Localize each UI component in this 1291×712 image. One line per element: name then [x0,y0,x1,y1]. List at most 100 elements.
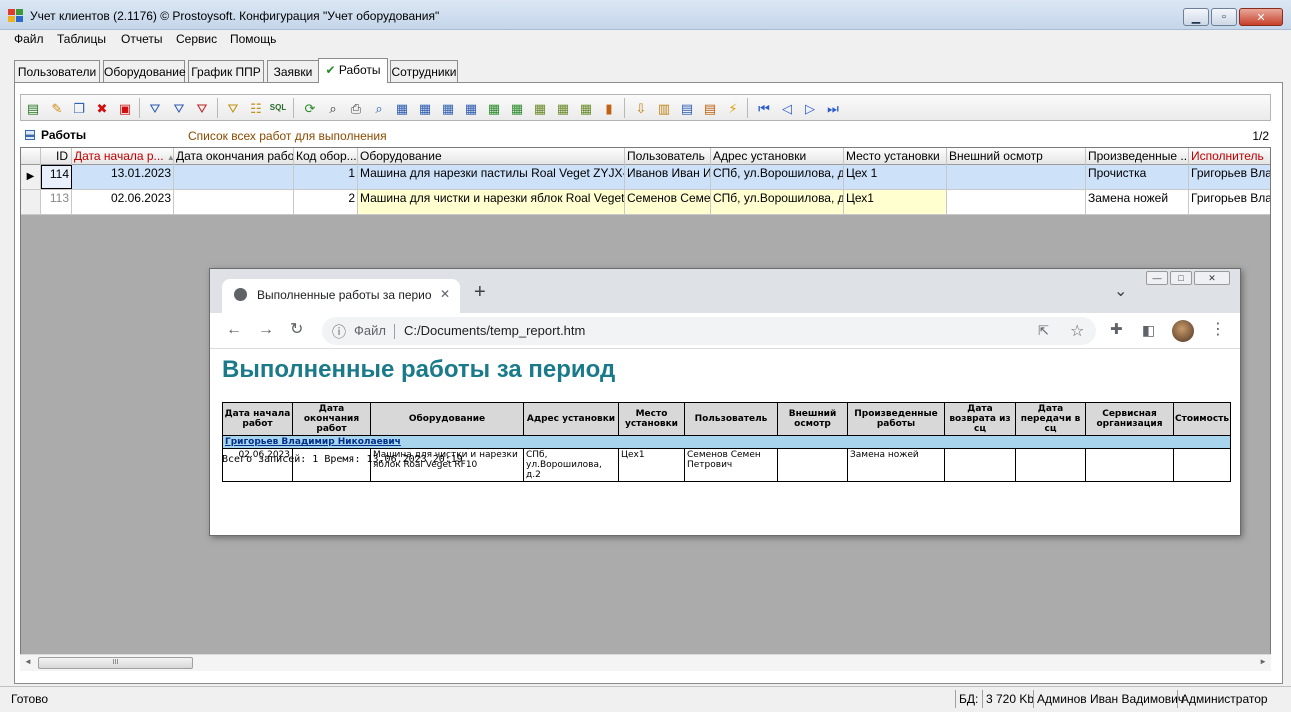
extensions-icon[interactable]: ✚ [1110,321,1123,339]
info-icon[interactable]: ⓘ [332,322,346,342]
browser-tab[interactable]: Выполненные работы за перио ✕ [222,279,460,313]
menu-help[interactable]: Помощь [230,32,276,46]
side-panel-icon[interactable]: ◧ [1142,321,1155,339]
find-icon[interactable]: ⌕ [324,99,342,117]
tab-works[interactable]: ✔ Работы [318,58,388,83]
group-icon[interactable]: ☷ [247,99,265,117]
reload-icon[interactable]: ↻ [290,321,303,339]
delete-all-icon[interactable]: ▣ [116,99,134,117]
cell-place[interactable]: Цех1 [844,190,947,214]
col-id[interactable]: ID [41,148,72,165]
col-works-done[interactable]: Произведенные ... [1086,148,1189,165]
scroll-thumb[interactable]: III [38,657,193,669]
export-excel-icon[interactable]: ▦ [485,99,503,117]
browser-close-button[interactable]: ✕ [1194,271,1230,285]
col-user[interactable]: Пользователь [625,148,711,165]
menu-tables[interactable]: Таблицы [57,32,106,46]
refresh-icon[interactable]: ⟳ [301,99,319,117]
cell-works-done[interactable]: Замена ножей [1086,190,1189,214]
cell-user[interactable]: Иванов Иван Ив [625,165,711,189]
filter-icon[interactable]: ⛛ [146,99,164,117]
col-equipment[interactable]: Оборудование [358,148,625,165]
menu-service[interactable]: Сервис [176,32,217,46]
new-tab-button[interactable]: + [474,282,486,302]
chart-icon[interactable]: ▮ [600,99,618,117]
filter-clear-icon[interactable]: ⛛ [170,99,188,117]
copy-icon[interactable]: ❐ [70,99,88,117]
bookmark-star-icon[interactable]: ☆ [1070,321,1084,341]
cell-inspection[interactable] [947,165,1086,189]
address-bar[interactable]: ⓘ Файл C:/Documents/temp_report.htm ⇱ ☆ [322,317,1096,345]
menu-reports[interactable]: Отчеты [121,32,162,46]
export-csv-icon[interactable]: ▦ [531,99,549,117]
export-xml-icon[interactable]: ▦ [577,99,595,117]
export-word2-icon[interactable]: ▦ [416,99,434,117]
cell-id[interactable]: 113 [41,190,72,214]
col-equipment-code[interactable]: Код обор... [294,148,358,165]
export-word-icon[interactable]: ▦ [393,99,411,117]
report-icon[interactable]: ▤ [701,99,719,117]
import-icon[interactable]: ⇩ [632,99,650,117]
tab-equipment[interactable]: Оборудование [103,60,186,82]
sql-icon[interactable]: SQL [269,99,287,117]
next-record-icon[interactable]: ▷ [801,99,819,117]
cell-end-date[interactable] [174,190,294,214]
col-place[interactable]: Место установки [844,148,947,165]
cell-start-date[interactable]: 13.01.2023 [72,165,174,189]
add-record-icon[interactable]: ▤ [24,99,42,117]
edit-icon[interactable]: ✎ [48,99,66,117]
browser-menu-icon[interactable]: ⋮ [1210,321,1226,339]
table-row[interactable]: ▶ 114 13.01.2023 1 Машина для нарезки па… [21,165,1270,190]
tab-close-icon[interactable]: ✕ [440,287,450,301]
filter-remove-icon[interactable]: ⛛ [193,99,211,117]
tab-users[interactable]: Пользователи [14,60,100,82]
cell-address[interactable]: СПб, ул.Ворошилова, д.2 [711,165,844,189]
browser-maximize-button[interactable]: □ [1170,271,1192,285]
cell-inspection[interactable] [947,190,1086,214]
collapse-icon[interactable]: ▬ [25,130,35,140]
export-txt-icon[interactable]: ▦ [554,99,572,117]
cell-executor[interactable]: Григорьев Влад [1189,165,1270,189]
col-start-date[interactable]: Дата начала р... ▲ [72,148,174,165]
table-row[interactable]: 113 02.06.2023 2 Машина для чистки и нар… [21,190,1270,215]
maximize-button[interactable]: ▫ [1211,8,1237,26]
cell-place[interactable]: Цех 1 [844,165,947,189]
cell-equipment[interactable]: Машина для чистки и нарезки яблок Roal V… [358,190,625,214]
share-icon[interactable]: ⇱ [1038,323,1049,339]
print-icon[interactable]: ⎙ [347,99,365,117]
tab-employees[interactable]: Сотрудники [390,60,458,82]
lightning-icon[interactable]: ⚡ [724,99,742,117]
back-icon[interactable]: ← [226,321,242,339]
export-word3-icon[interactable]: ▦ [462,99,480,117]
cell-code[interactable]: 1 [294,165,358,189]
delete-icon[interactable]: ✖ [93,99,111,117]
col-inspection[interactable]: Внешний осмотр [947,148,1086,165]
tab-requests[interactable]: Заявки [267,60,319,82]
profile-avatar[interactable] [1172,320,1194,342]
cell-id[interactable]: 114 [41,165,72,189]
cell-end-date[interactable] [174,165,294,189]
cell-start-date[interactable]: 02.06.2023 [72,190,174,214]
first-record-icon[interactable]: ⏮ [755,99,773,117]
sort-icon[interactable]: ⛛ [224,99,242,117]
cell-address[interactable]: СПб, ул.Ворошилова, д.2 [711,190,844,214]
cell-equipment[interactable]: Машина для нарезки пастилы Roal Veget ZY… [358,165,625,189]
forward-icon[interactable]: → [258,321,274,339]
tab-ppr-schedule[interactable]: График ППР [188,60,264,82]
attach-icon[interactable]: ▥ [655,99,673,117]
minimize-button[interactable]: ▁ [1183,8,1209,26]
last-record-icon[interactable]: ⏭ [824,99,842,117]
url-text[interactable]: C:/Documents/temp_report.htm [404,323,585,338]
menu-file[interactable]: Файл [14,32,44,46]
cell-user[interactable]: Семенов Семен [625,190,711,214]
browser-minimize-button[interactable]: — [1146,271,1168,285]
scroll-right-icon[interactable]: ► [1259,657,1267,666]
scroll-left-icon[interactable]: ◄ [24,657,32,666]
close-button[interactable]: ✕ [1239,8,1283,26]
horizontal-scrollbar[interactable]: ◄ III ► [20,654,1271,671]
cell-works-done[interactable]: Прочистка [1086,165,1189,189]
tab-search-icon[interactable]: ⌄ [1114,281,1127,301]
table-icon[interactable]: ▤ [678,99,696,117]
col-address[interactable]: Адрес установки [711,148,844,165]
cell-code[interactable]: 2 [294,190,358,214]
